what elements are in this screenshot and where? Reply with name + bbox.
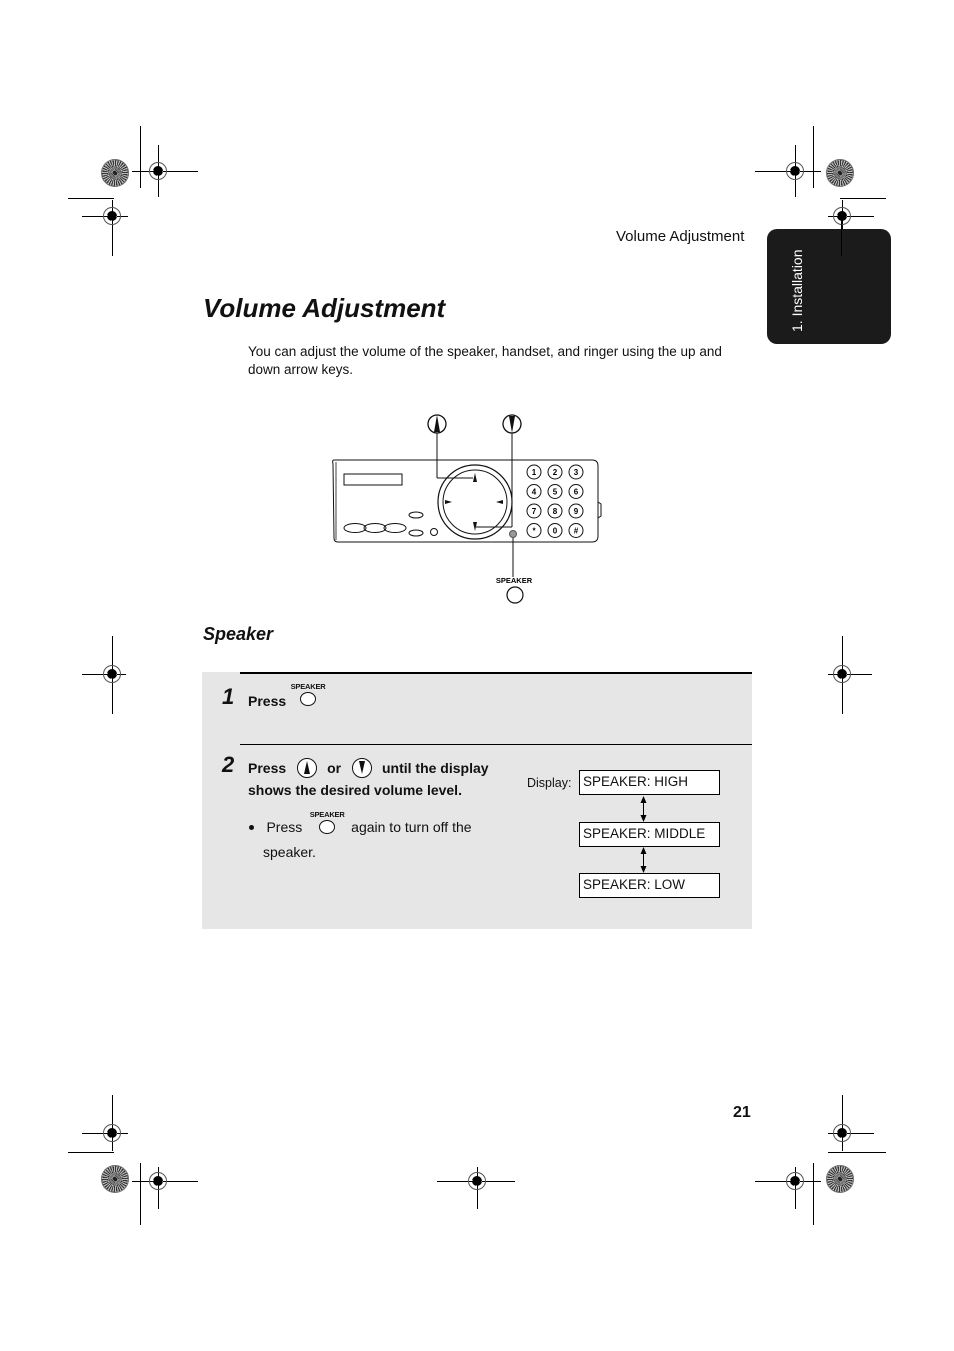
- keypad-key-label: 2: [553, 468, 558, 477]
- page-number: 21: [733, 1104, 751, 1121]
- step-1-instruction: Press SPEAKER: [248, 682, 326, 714]
- intro-paragraph: You can adjust the volume of the speaker…: [248, 344, 722, 377]
- step-2-instruction: Press or until the display shows the des…: [248, 758, 489, 798]
- keypad-key-label: 6: [574, 488, 579, 497]
- up-arrow-key-icon: [296, 758, 317, 778]
- speaker-button-on-panel: [509, 530, 517, 538]
- speaker-callout-button: [506, 586, 524, 604]
- keypad-key-label: 0: [553, 527, 558, 536]
- display-readout-low: SPEAKER: LOW: [579, 873, 720, 898]
- crop-mark: [140, 126, 141, 188]
- keypad-key-label: 4: [532, 488, 537, 497]
- step-2-bullet: Press SPEAKER again to turn off the spea…: [248, 810, 508, 860]
- color-bar-icon: [826, 1165, 854, 1193]
- keypad-key-label: 3: [574, 468, 579, 477]
- press-label: Press: [248, 693, 287, 709]
- divider: [240, 672, 752, 674]
- section-heading: Speaker: [203, 624, 274, 644]
- page-title: Volume Adjustment: [203, 293, 446, 323]
- keypad: 1 2 34 5 67 8 9* 0 #: [526, 464, 584, 538]
- display-label: Display:: [527, 776, 572, 790]
- double-arrow-icon: [640, 847, 647, 873]
- double-arrow-icon: [640, 796, 647, 822]
- keypad-key-label: 1: [532, 468, 537, 477]
- color-bar-icon: [101, 1165, 129, 1193]
- speaker-key-icon: SPEAKER: [291, 682, 326, 708]
- display-readout-high: SPEAKER: HIGH: [579, 770, 720, 795]
- display-readout-middle: SPEAKER: MIDDLE: [579, 822, 720, 847]
- fax-panel-diagram: SPEAKER 1 2 34 5 67 8 9* 0 #: [332, 414, 602, 604]
- keypad-key-label: #: [574, 527, 579, 536]
- chapter-tab: 1. Installation: [767, 229, 891, 344]
- callout-down-arrow-key: [502, 414, 522, 434]
- step-number: 2: [222, 752, 235, 777]
- crop-mark: [140, 1163, 141, 1225]
- speaker-callout-label: SPEAKER: [496, 576, 533, 585]
- crop-mark: [813, 1163, 814, 1225]
- down-arrow-key-icon: [351, 758, 372, 778]
- keypad-key-label: 5: [553, 488, 558, 497]
- color-bar-icon: [826, 159, 854, 187]
- function-buttons: [343, 523, 407, 533]
- crop-mark: [841, 216, 842, 256]
- crop-mark: [828, 1152, 886, 1153]
- crop-mark: [840, 198, 886, 199]
- divider: [240, 744, 752, 745]
- crop-mark: [813, 126, 814, 188]
- speaker-key-icon: SPEAKER: [310, 810, 345, 836]
- crop-mark: [68, 198, 114, 199]
- callout-up-arrow-key: [427, 414, 447, 434]
- keypad-key-label: 8: [553, 507, 558, 516]
- chapter-tab-label: 1. Installation: [789, 249, 805, 333]
- keypad-key-label: 9: [574, 507, 579, 516]
- bullet-icon: [249, 824, 254, 830]
- color-bar-icon: [101, 159, 129, 187]
- running-head: Volume Adjustment: [616, 228, 745, 245]
- fax-lcd: [343, 473, 403, 486]
- crop-mark: [68, 1152, 114, 1153]
- step-number: 1: [222, 684, 235, 709]
- keypad-key-label: 7: [532, 507, 537, 516]
